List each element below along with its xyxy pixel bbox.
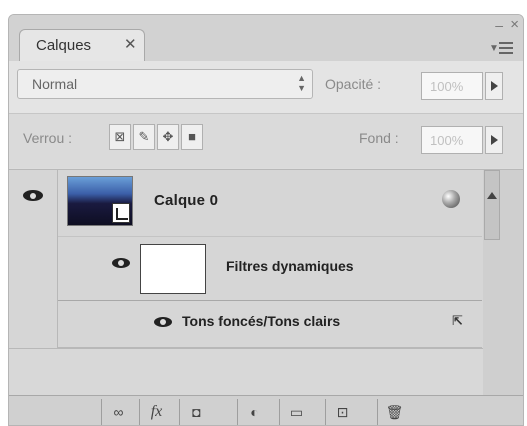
close-icon[interactable]: × <box>510 16 519 33</box>
opacity-value: 100% <box>430 79 464 94</box>
lock-image-pixels-icon[interactable]: ✎ <box>133 124 155 150</box>
filter-name: Tons foncés/Tons clairs <box>182 313 341 329</box>
panel-menu-icon[interactable]: ▼ <box>489 40 515 56</box>
layer-style-fx-icon[interactable]: fx <box>139 399 173 425</box>
new-layer-icon[interactable]: ⊡ <box>325 399 359 425</box>
smart-filter-indicator-icon[interactable] <box>442 190 460 208</box>
fill-slider-button[interactable] <box>485 126 503 154</box>
tab-label: Calques <box>36 37 92 54</box>
blend-mode-value: Normal <box>32 76 78 92</box>
opacity-label: Opacité : <box>325 76 382 92</box>
layer-thumbnail <box>67 176 133 226</box>
fill-value: 100% <box>430 133 464 148</box>
bottom-toolbar: ∞ fx ◘ ◐ ▭ ⊡ 🗑 <box>9 395 523 425</box>
eye-icon[interactable] <box>23 188 45 204</box>
smart-filters-label: Filtres dynamiques <box>226 258 354 274</box>
layer-name: Calque 0 <box>154 192 219 209</box>
opacity-slider-button[interactable] <box>485 72 503 100</box>
tab-close-icon[interactable]: ✕ <box>124 35 137 53</box>
smart-filters-row[interactable]: Filtres dynamiques <box>58 236 482 301</box>
add-mask-icon[interactable]: ◘ <box>179 399 213 425</box>
fill-label: Fond : <box>359 130 399 146</box>
panel-tab-bar: Calques ✕ – × ▼ <box>9 15 523 61</box>
scrollbar-thumb[interactable] <box>484 170 500 240</box>
trash-icon[interactable]: 🗑 <box>377 399 411 425</box>
fill-field[interactable]: 100% <box>421 126 483 154</box>
lock-transparent-pixels-icon[interactable]: ⊠ <box>109 124 131 150</box>
smart-object-icon <box>112 203 130 223</box>
lock-label: Verrou : <box>23 130 73 146</box>
layers-panel: Calques ✕ – × ▼ Normal ▲ ▼ Opacité : 100%… <box>8 14 524 426</box>
adjustment-layer-icon[interactable]: ◐ <box>237 399 271 425</box>
empty-layer-area <box>9 348 483 397</box>
filter-mask-thumbnail[interactable] <box>140 244 206 294</box>
layer-row-calque-0[interactable]: Calque 0 <box>58 170 482 237</box>
opacity-field[interactable]: 100% <box>421 72 483 100</box>
link-layers-icon[interactable]: ∞ <box>101 399 135 425</box>
filter-blending-options-icon[interactable]: ⇱ <box>452 313 463 329</box>
eye-icon[interactable] <box>112 256 132 270</box>
lock-row: Verrou : ⊠ ✎ ✥ ■ Fond : 100% <box>9 113 523 168</box>
tab-calques[interactable]: Calques ✕ <box>19 29 145 61</box>
eye-icon[interactable] <box>154 315 174 329</box>
lock-position-icon[interactable]: ✥ <box>157 124 179 150</box>
blend-mode-select[interactable]: Normal ▲ ▼ <box>17 69 313 99</box>
select-stepper-icon: ▲ ▼ <box>297 73 306 93</box>
blend-row: Normal ▲ ▼ Opacité : 100% <box>9 61 523 113</box>
filter-row-tons[interactable]: Tons foncés/Tons clairs ⇱ <box>58 301 482 348</box>
new-group-icon[interactable]: ▭ <box>279 399 313 425</box>
scroll-up-icon[interactable] <box>487 192 497 199</box>
lock-all-icon[interactable]: ■ <box>181 124 203 150</box>
layers-list: Calque 0 Filtres dynamiques Tons foncés/… <box>9 169 523 397</box>
visibility-column <box>9 170 58 348</box>
minimize-icon[interactable]: – <box>495 17 503 33</box>
